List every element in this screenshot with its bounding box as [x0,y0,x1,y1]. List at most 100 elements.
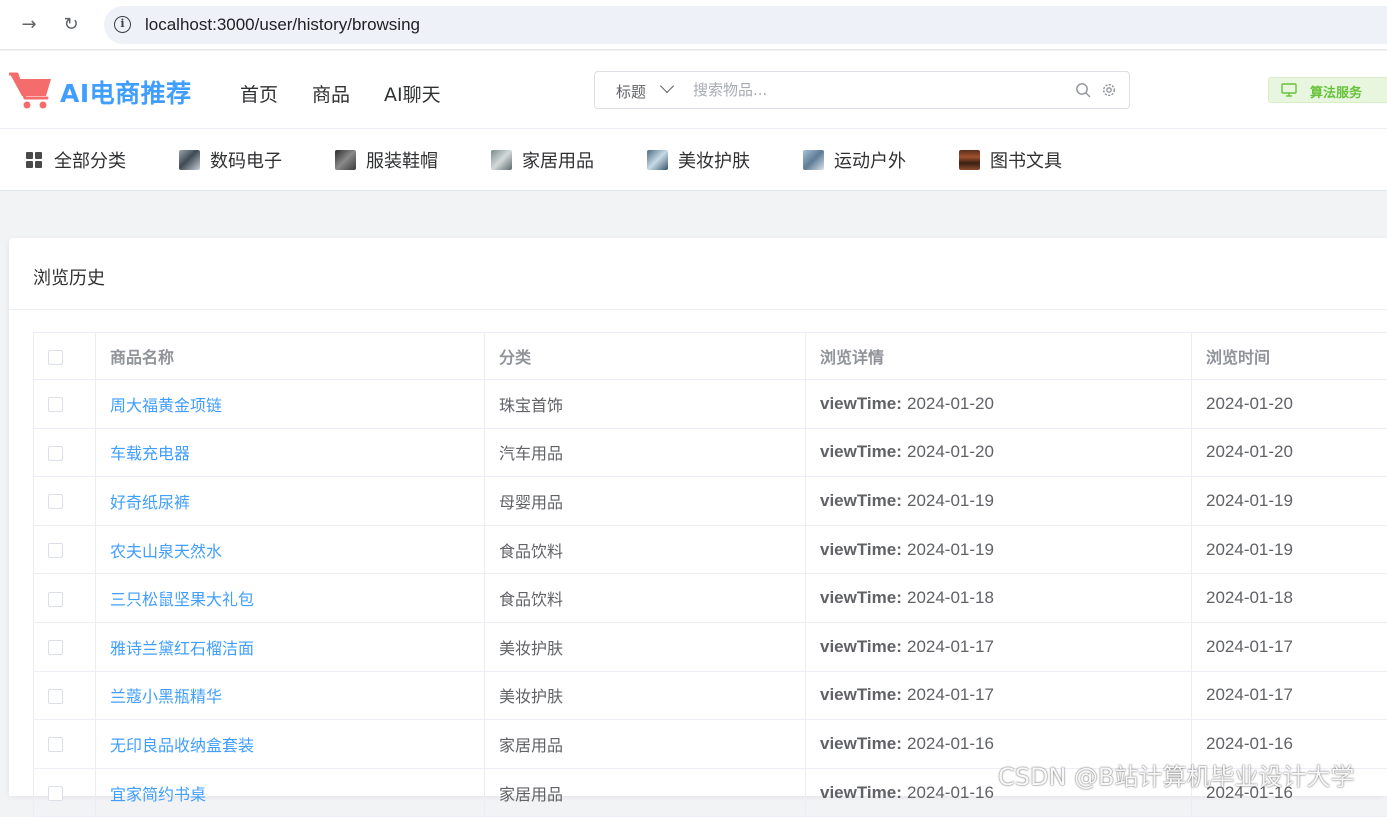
algorithm-service-button[interactable]: 算法服务 [1268,77,1387,103]
url-text: localhost:3000/user/history/browsing [145,15,420,35]
grid-icon [26,152,42,168]
gear-icon[interactable] [1101,82,1117,98]
sports-thumbnail-icon [803,150,824,170]
time-value: 2024-01-18 [1206,588,1293,607]
product-name-link[interactable]: 好奇纸尿裤 [110,493,190,512]
category-label: 美妆护肤 [678,147,750,173]
time-value: 2024-01-20 [1206,394,1293,413]
category-beauty[interactable]: 美妆护肤 [647,148,750,172]
table-row[interactable]: 雅诗兰黛红石榴洁面美妆护肤viewTime: 2024-01-172024-01… [34,622,1387,671]
search-input[interactable] [693,79,1063,101]
row-checkbox-cell [34,428,96,477]
product-name-link[interactable]: 三只松鼠坚果大礼包 [110,590,254,609]
product-name-cell: 农夫山泉天然水 [96,525,485,574]
product-name-link[interactable]: 农夫山泉天然水 [110,542,222,561]
category-clothing[interactable]: 服装鞋帽 [335,148,438,172]
monitor-icon [1281,83,1297,97]
detail-cell: viewTime: 2024-01-17 [806,671,1192,720]
category-home[interactable]: 家居用品 [491,148,594,172]
detail-key: viewTime: [820,734,902,753]
category-cell: 汽车用品 [485,428,806,477]
detail-value: 2024-01-18 [907,588,994,607]
nav-home[interactable]: 首页 [240,80,278,107]
category-cell: 食品饮料 [485,525,806,574]
row-checkbox-cell [34,477,96,526]
detail-key: viewTime: [820,491,902,510]
category-label: 家居用品 [522,147,594,173]
category-label: 服装鞋帽 [366,147,438,173]
nav-products[interactable]: 商品 [312,80,350,107]
product-name-link[interactable]: 宜家简约书桌 [110,785,206,804]
product-name-link[interactable]: 雅诗兰黛红石榴洁面 [110,639,254,658]
detail-key: viewTime: [820,540,902,559]
row-checkbox[interactable] [48,543,63,558]
detail-key: viewTime: [820,637,902,656]
search-icon[interactable] [1075,82,1091,98]
product-name-link[interactable]: 周大福黄金项链 [110,396,222,415]
app-header: AI电商推荐 首页 商品 AI聊天 标题 算法服务 [0,51,1387,129]
time-value: 2024-01-16 [1206,734,1293,753]
product-name-link[interactable]: 兰蔻小黑瓶精华 [110,687,222,706]
detail-value: 2024-01-17 [907,637,994,656]
time-value: 2024-01-19 [1206,540,1293,559]
watermark: CSDN @B站计算机毕业设计大学 [998,757,1355,792]
row-checkbox[interactable] [48,786,63,801]
site-info-icon[interactable]: i [114,16,131,33]
table-row[interactable]: 农夫山泉天然水 食品饮料viewTime: 2024-01-19 2024-01-1… [34,525,1387,574]
clothing-thumbnail-icon [335,150,356,170]
detail-cell: viewTime: 2024-01-19 [806,525,1192,574]
row-checkbox[interactable] [48,689,63,704]
column-header[interactable]: 浏览详情 [806,333,1192,380]
category-sports[interactable]: 运动户外 [803,148,906,172]
history-card: 浏览历史 商品名称 分类 浏览详情 浏览时间 周大福黄金项链珠宝首饰viewTi… [9,238,1387,796]
row-checkbox[interactable] [48,640,63,655]
product-name-cell: 周大福黄金项链 [96,380,485,429]
detail-cell: viewTime: 2024-01-20 [806,380,1192,429]
table-row[interactable]: 三只松鼠坚果大礼包食品饮料viewTime: 2024-01-182024-01… [34,574,1387,623]
row-checkbox[interactable] [48,494,63,509]
select-all-cell [34,333,96,380]
column-header[interactable]: 分类 [485,333,806,380]
time-cell: 2024-01-20 [1192,380,1387,429]
detail-cell: viewTime: 2024-01-19 [806,477,1192,526]
shopping-cart-icon[interactable] [9,70,53,110]
row-checkbox[interactable] [48,592,63,607]
address-bar[interactable]: i localhost:3000/user/history/browsing [104,6,1387,44]
search-type-select[interactable]: 标题 [595,72,683,108]
reload-icon[interactable]: ↻ [58,12,84,38]
category-cell: 美妆护肤 [485,671,806,720]
column-header[interactable]: 浏览时间 [1192,333,1387,380]
product-name-link[interactable]: 车载充电器 [110,444,190,463]
table-row[interactable]: 车载充电器汽车用品viewTime: 2024-01-202024-01-20 [34,428,1387,477]
category-all[interactable]: 全部分类 [26,148,126,172]
detail-key: viewTime: [820,783,902,802]
row-checkbox[interactable] [48,397,63,412]
product-name-cell: 车载充电器 [96,428,485,477]
category-digital[interactable]: 数码电子 [179,148,282,172]
category-books[interactable]: 图书文具 [959,148,1062,172]
nav-ai-chat[interactable]: AI聊天 [384,80,441,107]
row-checkbox[interactable] [48,446,63,461]
logo-text[interactable]: AI电商推荐 [60,74,192,110]
detail-value: 2024-01-16 [907,734,994,753]
category-label: 数码电子 [210,147,282,173]
algorithm-service-label: 算法服务 [1310,82,1362,101]
detail-key: viewTime: [820,442,902,461]
product-name-cell: 兰蔻小黑瓶精华 [96,671,485,720]
detail-key: viewTime: [820,394,902,413]
time-cell: 2024-01-18 [1192,574,1387,623]
row-checkbox[interactable] [48,737,63,752]
column-header[interactable]: 商品名称 [96,333,485,380]
product-name-link[interactable]: 无印良品收纳盒套装 [110,736,254,755]
category-cell: 珠宝首饰 [485,380,806,429]
time-cell: 2024-01-17 [1192,671,1387,720]
detail-key: viewTime: [820,588,902,607]
table-row[interactable]: 好奇纸尿裤母婴用品viewTime: 2024-01-192024-01-19 [34,477,1387,526]
chevron-down-icon [660,79,674,93]
books-thumbnail-icon [959,150,980,170]
table-row[interactable]: 周大福黄金项链 珠宝首饰viewTime: 2024-01-20 2024-01-2… [34,380,1387,429]
select-all-checkbox[interactable] [48,350,63,365]
table-row[interactable]: 兰蔻小黑瓶精华 美妆护肤viewTime: 2024-01-172024-01-1… [34,671,1387,720]
category-bar: 全部分类 数码电子 服装鞋帽 家居用品 美妆护肤 运动户外 图书文具 [0,129,1387,191]
forward-icon[interactable]: → [16,12,42,38]
